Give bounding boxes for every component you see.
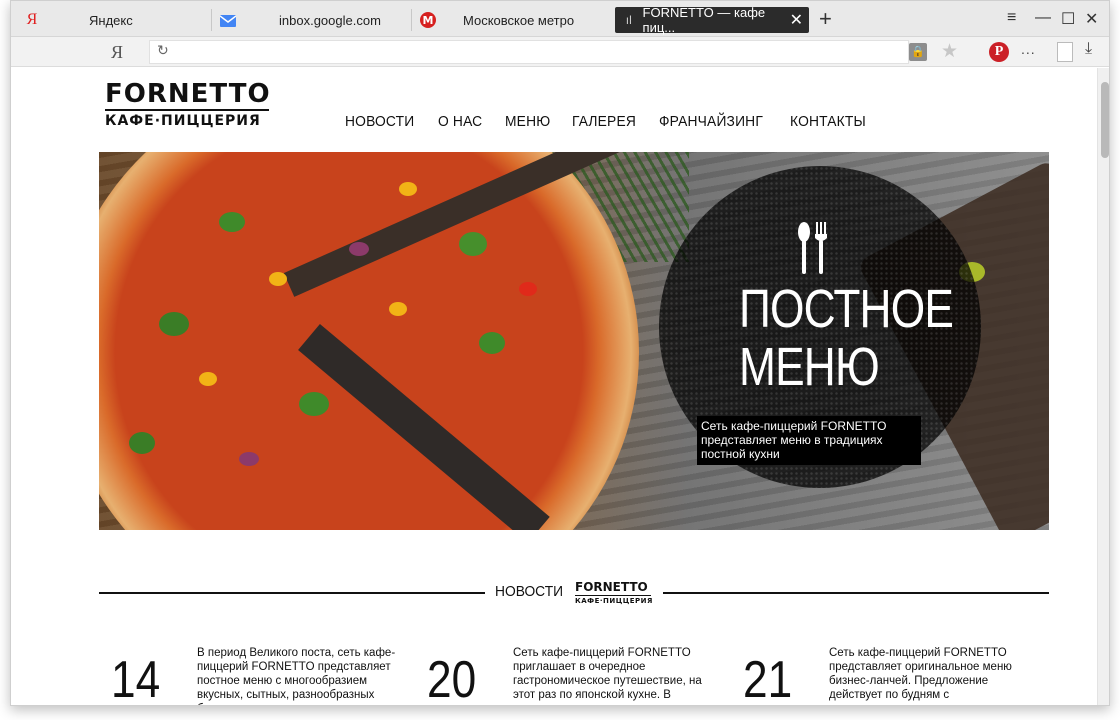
tab-label: Московское метро xyxy=(463,12,575,28)
tab-divider xyxy=(211,9,212,31)
cutlery-icon xyxy=(798,222,827,274)
news-heading-logo: FORNETTO КАФЕ·ПИЦЦЕРИЯ xyxy=(575,580,653,605)
url-field[interactable] xyxy=(149,40,909,64)
address-bar: Я ↻ 🔒 ★ P ... ⤓ xyxy=(11,37,1109,67)
bookmark-star-icon[interactable]: ★ xyxy=(941,40,958,63)
inbox-icon xyxy=(219,11,237,29)
pepper-topping xyxy=(269,272,287,286)
logo-rule xyxy=(105,109,269,111)
broccoli-topping xyxy=(479,332,505,354)
heading-logo-subtitle: КАФЕ·ПИЦЦЕРИЯ xyxy=(575,597,653,605)
heading-logo-rule xyxy=(575,595,651,596)
fornetto-tab-icon: ıl xyxy=(625,13,632,27)
reader-mode-icon[interactable] xyxy=(1057,42,1073,62)
news-text: Сеть кафе-пиццерий FORNETTO приглашает в… xyxy=(513,647,702,701)
nav-contacts[interactable]: КОНТАКТЫ xyxy=(790,113,866,130)
maximize-icon[interactable]: ☐ xyxy=(1061,9,1075,29)
hero-banner[interactable]: ПОСТНОЕ МЕНЮ Сеть кафе-пиццерий FORNETTO… xyxy=(99,152,1049,530)
news-heading-label: НОВОСТИ xyxy=(495,583,564,600)
news-section-heading: НОВОСТИ FORNETTO КАФЕ·ПИЦЦЕРИЯ xyxy=(99,578,1049,608)
tab-label: Яндекс xyxy=(89,12,133,28)
heading-rule-left xyxy=(99,592,485,594)
tab-label: FORNETTO — кафе пиц... xyxy=(642,5,766,35)
scrollbar-thumb[interactable] xyxy=(1101,82,1109,158)
tomato-topping xyxy=(519,282,537,296)
page-scrollbar[interactable] xyxy=(1097,68,1109,705)
logo-title: FORNETTO xyxy=(105,79,271,109)
yandex-home-button[interactable]: Я xyxy=(111,42,123,63)
tab-yandex[interactable]: Я Яндекс xyxy=(23,7,133,33)
hero-title-line2: МЕНЮ xyxy=(739,337,880,397)
nav-franchise[interactable]: ФРАНЧАЙЗИНГ xyxy=(659,113,763,130)
site-header: FORNETTO КАФЕ·ПИЦЦЕРИЯ НОВОСТИ О НАС МЕН… xyxy=(11,68,1097,152)
browser-window: Я Яндекс inbox.google.com M Московское м… xyxy=(10,0,1110,706)
onion-topping xyxy=(349,242,369,256)
tab-label: inbox.google.com xyxy=(279,12,381,28)
hero-caption: Сеть кафе-пиццерий FORNETTO представляет… xyxy=(697,416,921,465)
broccoli-topping xyxy=(459,232,487,256)
new-tab-button[interactable]: + xyxy=(819,7,832,31)
heading-rule-right xyxy=(663,592,1049,594)
broccoli-topping xyxy=(219,212,245,232)
nav-menu[interactable]: МЕНЮ xyxy=(505,113,550,130)
heading-logo-title: FORNETTO xyxy=(575,580,648,594)
lock-icon[interactable]: 🔒 xyxy=(909,43,927,61)
nav-gallery[interactable]: ГАЛЕРЕЯ xyxy=(572,113,636,130)
hero-title-line1: ПОСТНОЕ xyxy=(739,279,954,339)
news-day: 21 xyxy=(743,651,793,706)
svg-text:M: M xyxy=(423,14,434,27)
pinterest-icon[interactable]: P xyxy=(989,42,1009,62)
pepper-topping xyxy=(389,302,407,316)
main-nav: НОВОСТИ О НАС МЕНЮ ГАЛЕРЕЯ ФРАНЧАЙЗИНГ К… xyxy=(345,113,873,130)
nav-news[interactable]: НОВОСТИ xyxy=(345,113,414,130)
metro-icon: M xyxy=(419,11,437,29)
pizza-image xyxy=(99,152,639,530)
tab-bar: Я Яндекс inbox.google.com M Московское м… xyxy=(11,1,1109,37)
yandex-icon: Я xyxy=(26,11,38,28)
tab-fornetto[interactable]: ıl FORNETTO — кафе пиц... ✕ xyxy=(615,5,809,35)
news-text: В период Великого поста, сеть кафе-пицце… xyxy=(197,647,396,705)
site-logo[interactable]: FORNETTO КАФЕ·ПИЦЦЕРИЯ xyxy=(105,79,271,129)
page-content: FORNETTO КАФЕ·ПИЦЦЕРИЯ НОВОСТИ О НАС МЕН… xyxy=(11,68,1097,706)
tab-inbox[interactable]: inbox.google.com xyxy=(219,7,381,33)
tab-divider xyxy=(411,9,412,31)
more-button[interactable]: ... xyxy=(1021,41,1036,57)
menu-icon[interactable]: ≡ xyxy=(1007,9,1016,27)
broccoli-topping xyxy=(159,312,189,336)
news-day: 14 xyxy=(111,651,161,706)
nav-about[interactable]: О НАС xyxy=(438,113,482,130)
news-item[interactable]: 14 В период Великого поста, сеть кафе-пи… xyxy=(111,646,401,706)
hero-title: ПОСТНОЕ МЕНЮ xyxy=(739,279,954,397)
close-window-icon[interactable]: ✕ xyxy=(1085,9,1098,29)
news-item[interactable]: 20 Сеть кафе-пиццерий FORNETTO приглашае… xyxy=(427,646,717,706)
pepper-topping xyxy=(199,372,217,386)
logo-subtitle: КАФЕ·ПИЦЦЕРИЯ xyxy=(105,113,261,129)
onion-topping xyxy=(239,452,259,466)
news-day: 20 xyxy=(427,651,477,706)
broccoli-topping xyxy=(299,392,329,416)
download-icon[interactable]: ⤓ xyxy=(1085,40,1092,58)
reload-icon[interactable]: ↻ xyxy=(157,42,169,59)
news-text: Сеть кафе-пиццерий FORNETTO представляет… xyxy=(829,647,1012,701)
minimize-icon[interactable]: — xyxy=(1035,9,1051,27)
tab-metro[interactable]: M Московское метро xyxy=(419,7,574,33)
close-tab-icon[interactable]: ✕ xyxy=(790,10,803,30)
news-item[interactable]: 21 Сеть кафе-пиццерий FORNETTO представл… xyxy=(743,646,1033,706)
pepper-topping xyxy=(399,182,417,196)
broccoli-topping xyxy=(129,432,155,454)
